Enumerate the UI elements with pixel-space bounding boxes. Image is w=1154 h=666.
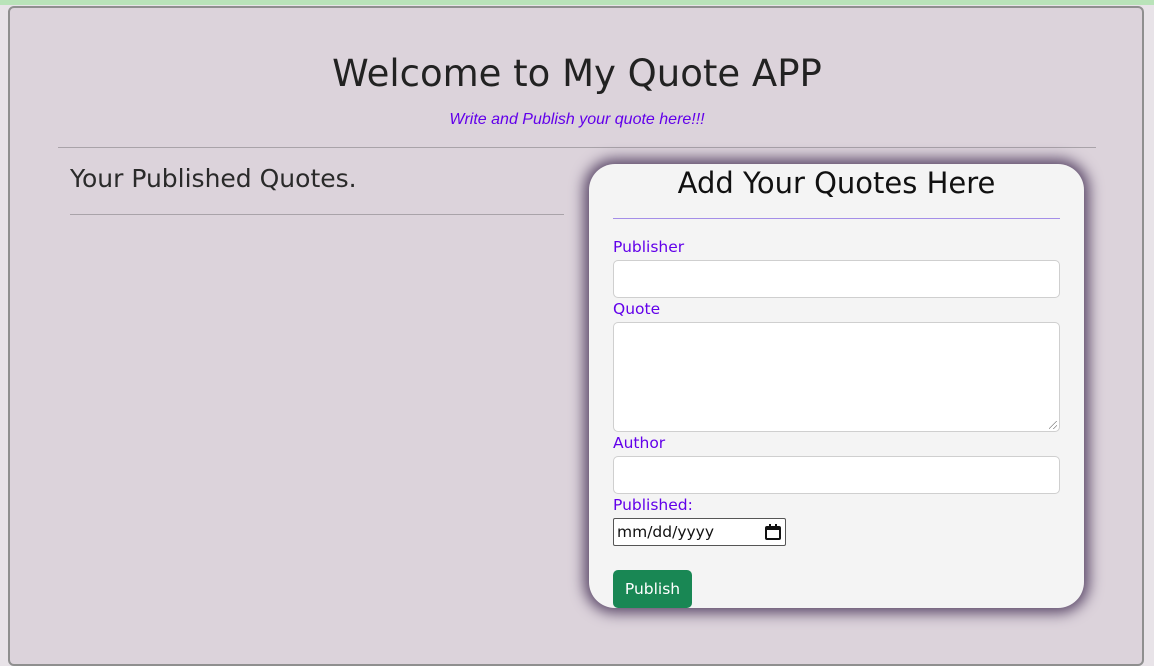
add-quote-card: Add Your Quotes Here Publisher Quote Aut… xyxy=(589,164,1084,608)
card-divider xyxy=(613,218,1060,219)
published-quotes-heading: Your Published Quotes. xyxy=(70,164,357,193)
date-placeholder: mm/dd/yyyy xyxy=(617,523,715,541)
quote-textarea[interactable] xyxy=(613,322,1060,432)
author-label: Author xyxy=(613,434,666,452)
publisher-input[interactable] xyxy=(613,260,1060,298)
quote-label: Quote xyxy=(613,300,661,318)
publisher-label: Publisher xyxy=(613,238,685,256)
published-date-input[interactable]: mm/dd/yyyy xyxy=(613,518,786,546)
add-quote-title: Add Your Quotes Here xyxy=(677,166,996,200)
calendar-icon[interactable] xyxy=(765,524,781,540)
published-quotes-divider xyxy=(70,214,564,215)
author-input[interactable] xyxy=(613,456,1060,494)
resize-handle-icon[interactable] xyxy=(1049,421,1057,429)
header-divider xyxy=(58,147,1096,148)
page-title: Welcome to My Quote APP xyxy=(332,52,822,95)
published-date-label: Published: xyxy=(613,496,693,514)
page-subtitle: Write and Publish your quote here!!! xyxy=(449,111,705,128)
publish-button[interactable]: Publish xyxy=(613,570,692,608)
browser-top-strip xyxy=(0,0,1154,5)
